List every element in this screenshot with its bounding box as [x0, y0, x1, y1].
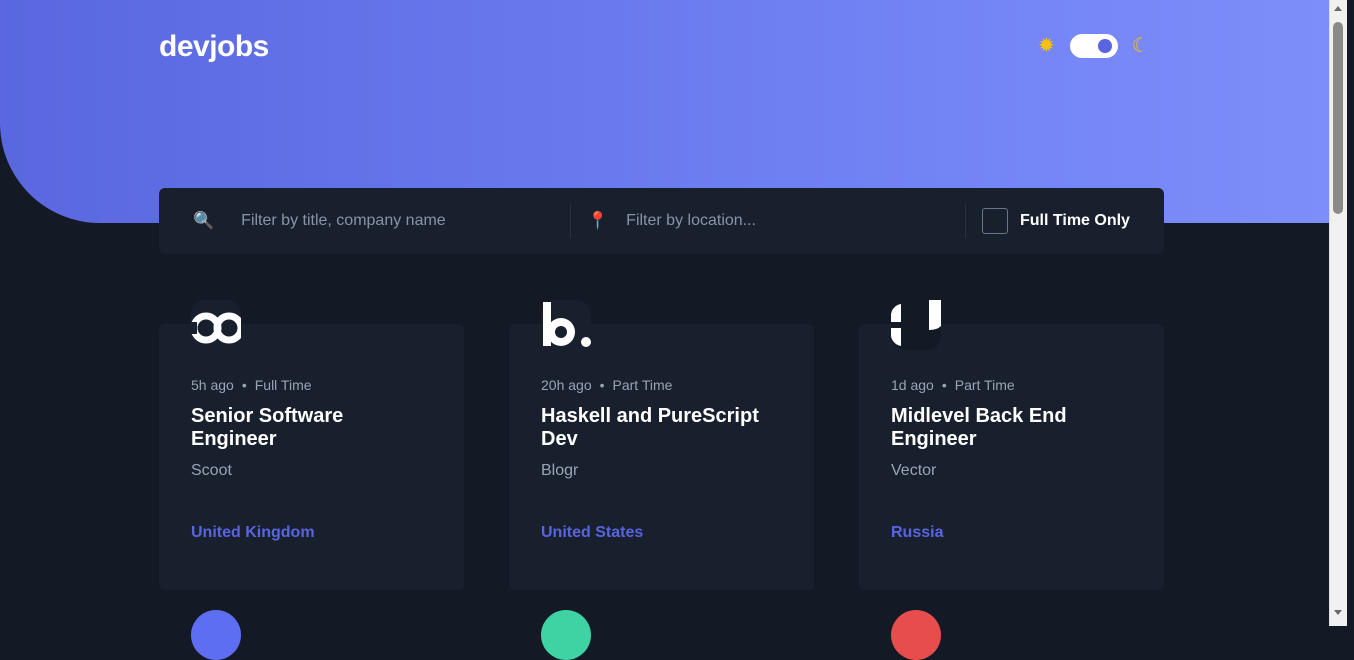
fulltime-filter: Full Time Only — [965, 204, 1164, 238]
moon-icon: ☾ — [1131, 35, 1150, 57]
job-card[interactable]: 1d ago • Part Time Midlevel Back End Engin… — [859, 300, 1164, 590]
job-card[interactable]: 20h ago • Part Time Haskell and PureScript… — [509, 300, 814, 590]
contract-type: Part Time — [612, 377, 673, 393]
company-logo — [541, 300, 591, 350]
filter-bar: 🔍 📍 Full Time Only — [159, 188, 1164, 254]
page-scrollbar[interactable] — [1329, 0, 1347, 626]
company-name: Vector — [891, 462, 937, 479]
scroll-thumb[interactable] — [1333, 22, 1343, 214]
title-filter-input[interactable] — [239, 211, 524, 231]
job-meta: 5h ago • Full Time — [191, 377, 312, 393]
posted-time: 20h ago — [541, 377, 592, 393]
company-logo — [191, 610, 241, 660]
search-icon: 🔍 — [193, 211, 215, 230]
job-meta: 20h ago • Part Time — [541, 377, 673, 393]
title-filter: 🔍 — [159, 188, 570, 254]
job-location: Russia — [891, 524, 944, 541]
app-logo[interactable]: devjobs — [159, 30, 269, 64]
fulltime-label[interactable]: Full Time Only — [1020, 212, 1130, 230]
toggle-knob — [1097, 39, 1112, 53]
company-logo — [541, 610, 591, 660]
company-logo — [191, 300, 241, 350]
job-location: United States — [541, 524, 644, 541]
job-title[interactable]: Midlevel Back End Engineer — [891, 405, 1131, 451]
posted-time: 5h ago — [191, 377, 234, 393]
company-logo — [891, 610, 941, 660]
job-title[interactable]: Haskell and PureScript Dev — [541, 405, 781, 451]
fulltime-checkbox[interactable] — [982, 208, 1008, 234]
sun-icon: ✹ — [1038, 35, 1055, 57]
location-pin-icon: 📍 — [587, 211, 609, 230]
theme-toggle[interactable] — [1069, 34, 1118, 58]
company-name: Scoot — [191, 462, 232, 479]
company-logo — [891, 300, 941, 350]
theme-switcher: ✹ ☾ — [1038, 32, 1164, 60]
location-filter: 📍 — [570, 204, 965, 238]
job-location: United Kingdom — [191, 524, 315, 541]
job-meta: 1d ago • Part Time — [891, 377, 1015, 393]
posted-time: 1d ago — [891, 377, 934, 393]
job-title[interactable]: Senior Software Engineer — [191, 405, 431, 451]
job-card[interactable]: 5h ago • Full Time Senior Software Enginee… — [159, 300, 464, 590]
contract-type: Part Time — [954, 377, 1015, 393]
location-filter-input[interactable] — [624, 211, 909, 231]
scroll-down-arrow-icon[interactable] — [1334, 610, 1342, 615]
scroll-up-arrow-icon[interactable] — [1334, 6, 1342, 11]
company-name: Blogr — [541, 462, 579, 479]
contract-type: Full Time — [254, 377, 312, 393]
